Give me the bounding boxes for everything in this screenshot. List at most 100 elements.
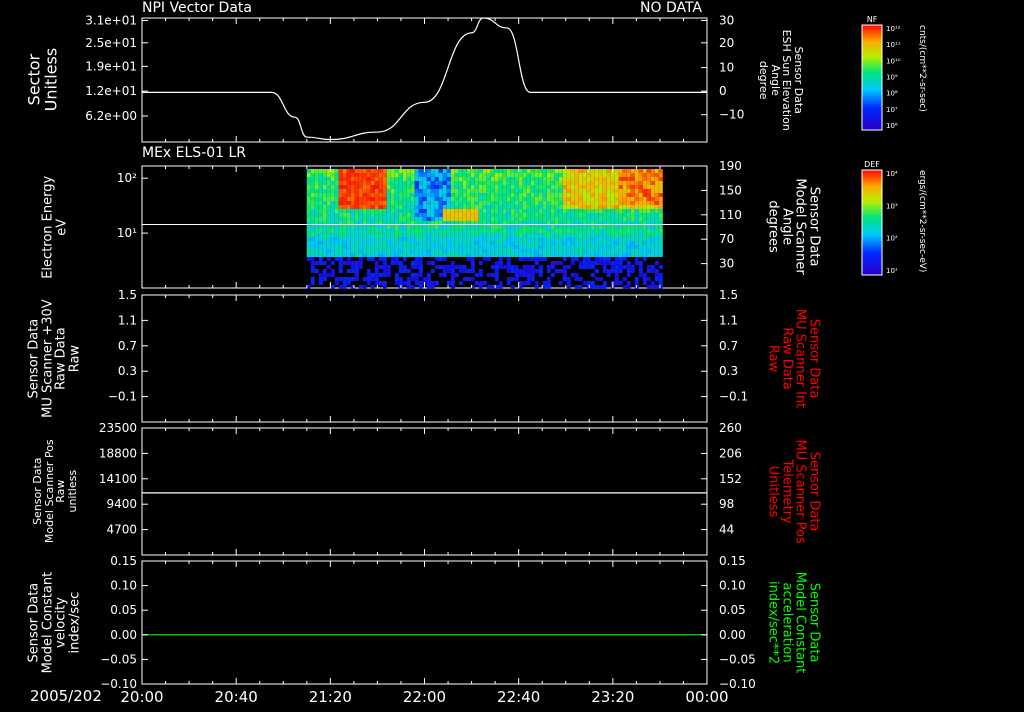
spectrogram-cell (558, 193, 563, 197)
spectrogram-cell (574, 213, 579, 217)
spectrogram-cell (642, 181, 647, 185)
spectrogram-cell (578, 241, 583, 245)
spectrogram-cell (358, 241, 363, 245)
spectrogram-cell (322, 181, 327, 185)
spectrogram-cell (430, 181, 435, 185)
spectrogram-cell (614, 189, 619, 193)
spectrogram-cell (510, 205, 515, 209)
spectrogram-cell (610, 225, 615, 229)
spectrogram-cell (338, 209, 343, 213)
spectrogram-cell (382, 245, 387, 249)
spectrogram-cell (586, 261, 591, 265)
spectrogram-cell (566, 225, 571, 229)
spectrogram-cell (462, 173, 467, 177)
spectrogram-cell (438, 257, 443, 261)
spectrogram-cell (542, 217, 547, 221)
spectrogram-cell (570, 177, 575, 181)
spectrogram-cell (374, 213, 379, 217)
spectrogram-cell (438, 185, 443, 189)
spectrogram-cell (326, 273, 331, 277)
spectrogram-cell (350, 245, 355, 249)
spectrogram-cell (578, 229, 583, 233)
spectrogram-cell (582, 177, 587, 181)
spectrogram-cell (626, 197, 631, 201)
spectrogram-cell (470, 201, 475, 205)
spectrogram-cell (618, 217, 623, 221)
spectrogram-cell (466, 177, 471, 181)
spectrogram-cell (622, 257, 627, 261)
spectrogram-cell (446, 237, 451, 241)
spectrogram-cell (542, 281, 547, 285)
spectrogram-cell (330, 217, 335, 221)
spectrogram-cell (338, 265, 343, 269)
spectrogram-cell (490, 177, 495, 181)
spectrogram-cell (602, 261, 607, 265)
spectrogram-cell (598, 241, 603, 245)
spectrogram-cell (522, 197, 527, 201)
spectrogram-cell (498, 209, 503, 213)
spectrogram-cell (634, 257, 639, 261)
spectrogram-cell (370, 233, 375, 237)
spectrogram-cell (578, 177, 583, 181)
spectrogram-cell (306, 169, 311, 173)
spectrogram-cell (322, 229, 327, 233)
spectrogram-cell (342, 177, 347, 181)
spectrogram-cell (598, 277, 603, 281)
spectrogram-cell (566, 249, 571, 253)
spectrogram-cell (566, 277, 571, 281)
spectrogram-cell (638, 241, 643, 245)
spectrogram-cell (394, 213, 399, 217)
spectrogram-cell (458, 249, 463, 253)
spectrogram-cell (658, 285, 663, 289)
spectrogram-cell (602, 209, 607, 213)
spectrogram-cell (638, 273, 643, 277)
spectrogram-cell (474, 281, 479, 285)
spectrogram-cell (414, 277, 419, 281)
spectrogram-cell (654, 249, 659, 253)
spectrogram-cell (646, 189, 651, 193)
spectrogram-cell (406, 185, 411, 189)
spectrogram-cell (650, 265, 655, 269)
spectrogram-cell (426, 237, 431, 241)
spectrogram-cell (630, 213, 635, 217)
left-tick-label: 23500 (99, 421, 137, 435)
spectrogram-cell (618, 253, 623, 257)
spectrogram-cell (510, 241, 515, 245)
spectrogram-cell (606, 205, 611, 209)
spectrogram-cell (510, 249, 515, 253)
spectrogram-cell (554, 253, 559, 257)
spectrogram-cell (550, 241, 555, 245)
spectrogram-cell (378, 177, 383, 181)
spectrogram-cell (502, 265, 507, 269)
spectrogram-cell (418, 281, 423, 285)
spectrogram-cell (498, 213, 503, 217)
spectrogram-cell (458, 225, 463, 229)
spectrogram-cell (494, 233, 499, 237)
spectrogram-cell (626, 193, 631, 197)
spectrogram-cell (570, 213, 575, 217)
spectrogram-cell (538, 269, 543, 273)
spectrogram-cell (374, 229, 379, 233)
spectrogram-cell (494, 209, 499, 213)
spectrogram-cell (394, 185, 399, 189)
spectrogram-cell (646, 285, 651, 289)
spectrogram-cell (522, 225, 527, 229)
spectrogram-cell (518, 285, 523, 289)
spectrogram-cell (426, 229, 431, 233)
spectrogram-cell (398, 277, 403, 281)
spectrogram-cell (590, 193, 595, 197)
spectrogram-cell (554, 169, 559, 173)
spectrogram-cell (474, 209, 479, 213)
colorbars: NF10¹²10¹¹10¹⁰10⁹10⁸10⁷10⁶cnts/(cm**2-sr… (861, 15, 927, 276)
spectrogram-cell (554, 189, 559, 193)
spectrogram-cell (558, 189, 563, 193)
spectrogram-cell (390, 189, 395, 193)
spectrogram-cell (454, 217, 459, 221)
spectrogram-cell (382, 273, 387, 277)
spectrogram-cell (590, 185, 595, 189)
spectrogram-cell (402, 185, 407, 189)
spectrogram-cell (542, 233, 547, 237)
spectrogram-cell (526, 185, 531, 189)
spectrogram-cell (490, 193, 495, 197)
spectrogram-cell (370, 205, 375, 209)
